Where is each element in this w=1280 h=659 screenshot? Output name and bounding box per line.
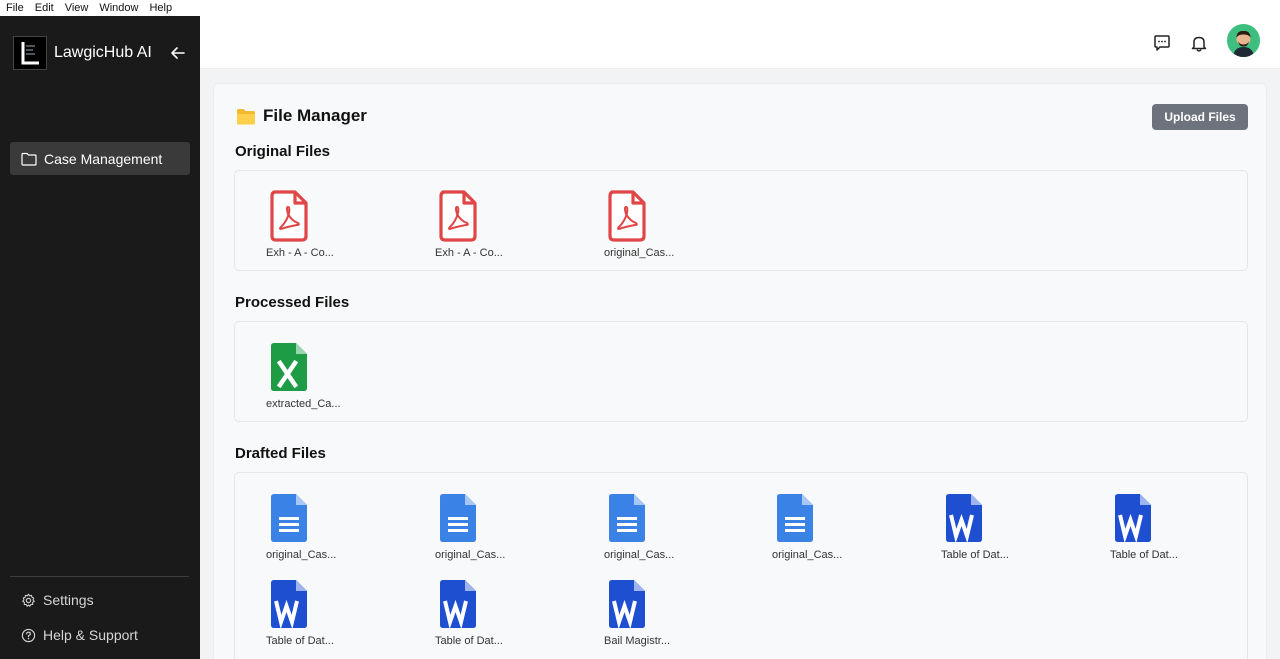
top-header	[200, 16, 1280, 69]
file-name: Table of Dat...	[941, 549, 1009, 561]
file-name: extracted_Ca...	[266, 398, 341, 410]
collapse-sidebar-button[interactable]	[168, 43, 188, 63]
chat-button[interactable]	[1152, 33, 1172, 53]
google-doc-file-icon	[609, 494, 645, 542]
help-label: Help & Support	[43, 627, 138, 643]
pdf-file-icon	[608, 190, 646, 242]
file-name: Table of Dat...	[1110, 549, 1178, 561]
google-doc-file-icon	[440, 494, 476, 542]
processed-files-box: extracted_Ca...	[234, 321, 1248, 422]
folder-icon	[237, 108, 255, 124]
pdf-file-icon	[439, 190, 477, 242]
google-doc-file-icon	[271, 494, 307, 542]
file-name: Table of Dat...	[266, 635, 334, 647]
folder-icon	[21, 152, 37, 166]
main-content: File Manager Upload Files Original Files…	[200, 69, 1280, 659]
file-name: original_Cas...	[604, 549, 675, 561]
gear-icon	[22, 593, 35, 607]
page-title-text: File Manager	[263, 106, 367, 125]
word-file-icon	[609, 580, 645, 630]
google-doc-file-icon	[777, 494, 813, 542]
menu-edit[interactable]: Edit	[35, 2, 54, 14]
sidebar: LawgicHub AI Case Management Settings He…	[0, 16, 200, 659]
file-name: original_Cas...	[772, 549, 843, 561]
excel-file-icon	[271, 343, 307, 391]
upload-files-button[interactable]: Upload Files	[1152, 104, 1248, 130]
brand-logo	[13, 36, 47, 70]
menu-view[interactable]: View	[65, 2, 89, 14]
word-file-icon	[1115, 494, 1151, 544]
menu-help[interactable]: Help	[149, 2, 172, 14]
file-name: Exh - A - Co...	[266, 247, 334, 259]
drafted-files-box: original_Cas... original_Cas... original…	[234, 472, 1248, 659]
original-files-box: Exh - A - Co... Exh - A - Co... original…	[234, 170, 1248, 271]
menu-window[interactable]: Window	[99, 2, 138, 14]
user-avatar[interactable]	[1227, 24, 1260, 57]
sidebar-item-help[interactable]: Help & Support	[21, 627, 138, 643]
word-file-icon	[440, 580, 476, 630]
sidebar-item-case-management[interactable]: Case Management	[10, 142, 190, 175]
sidebar-item-label: Case Management	[44, 150, 163, 167]
file-name: Exh - A - Co...	[435, 247, 503, 259]
sidebar-item-settings[interactable]: Settings	[21, 592, 94, 608]
notifications-button[interactable]	[1189, 33, 1209, 53]
brand: LawgicHub AI	[13, 36, 152, 70]
file-name: Bail Magistr...	[604, 635, 671, 647]
file-name: Table of Dat...	[435, 635, 503, 647]
file-name: original_Cas...	[435, 549, 506, 561]
menu-bar: File Edit View Window Help	[0, 0, 1280, 16]
bell-icon	[1191, 36, 1207, 52]
pdf-file-icon	[270, 190, 308, 242]
section-title-processed: Processed Files	[235, 294, 350, 311]
chat-icon	[1154, 35, 1170, 51]
arrow-left-icon	[171, 47, 185, 59]
section-title-drafted: Drafted Files	[235, 445, 326, 462]
brand-name: LawgicHub AI	[54, 44, 152, 61]
menu-file[interactable]: File	[6, 2, 24, 14]
settings-label: Settings	[43, 592, 94, 608]
word-file-icon	[271, 580, 307, 630]
file-manager-card: File Manager Upload Files Original Files…	[213, 83, 1267, 659]
sidebar-divider	[10, 576, 189, 577]
section-title-original: Original Files	[235, 143, 331, 160]
file-name: original_Cas...	[604, 247, 675, 259]
page-title: File Manager	[236, 106, 367, 126]
word-file-icon	[946, 494, 982, 544]
help-circle-icon	[21, 628, 36, 642]
file-name: original_Cas...	[266, 549, 337, 561]
